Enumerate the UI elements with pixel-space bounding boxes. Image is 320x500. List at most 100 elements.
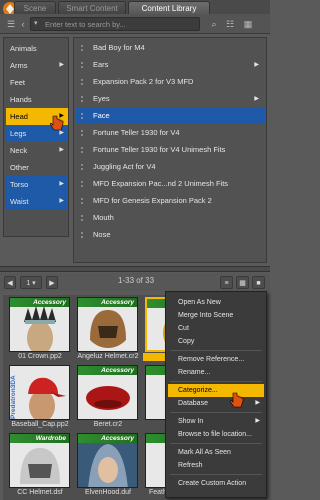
drag-grip-icon	[81, 198, 87, 204]
menu-item-database[interactable]: Database ▶	[168, 397, 264, 410]
context-menu: Open As New Merge Into Scene Cut Copy Re…	[165, 291, 267, 498]
menu-item-rename[interactable]: Rename...	[168, 366, 264, 379]
options-button[interactable]: ▦	[240, 17, 256, 31]
options-icon: ▦	[243, 19, 253, 29]
category-item-torso[interactable]: Torso ▶	[6, 176, 68, 193]
submenu-arrow-icon: ▶	[255, 418, 260, 424]
search-go-button[interactable]: ⌕	[206, 17, 222, 31]
subcategory-item[interactable]: Mouth	[76, 210, 265, 226]
subcategory-item[interactable]: Eyes ▶	[76, 91, 265, 107]
asset-tile[interactable]: Predatron3DA Baseball_Cap.pp2	[9, 365, 70, 435]
subcategory-item[interactable]: Expansion Pack 2 for V3 MFD	[76, 74, 265, 90]
sort-button[interactable]: ☷	[222, 17, 238, 31]
prev-page-button[interactable]: ◀	[4, 276, 16, 289]
search-icon: ⌕	[211, 19, 217, 29]
tab-scene[interactable]: Scene	[14, 1, 56, 14]
asset-thumbnail: Predatron3DA	[9, 365, 70, 420]
submenu-arrow-icon: ▶	[254, 96, 259, 102]
category-item-neck[interactable]: Neck ▶	[6, 142, 68, 159]
page-select[interactable]: 1 ▾	[20, 276, 42, 289]
asset-thumbnail: Accessory	[77, 365, 138, 420]
menu-item-create-custom-action[interactable]: Create Custom Action	[168, 477, 264, 490]
sort-icon: ☷	[225, 19, 235, 29]
drag-grip-icon	[81, 113, 87, 119]
category-item-animals[interactable]: Animals	[6, 40, 68, 57]
asset-tile[interactable]: Accessory 01 Crown.pp2	[9, 297, 70, 367]
menu-item-cut[interactable]: Cut	[168, 322, 264, 335]
drag-grip-icon	[81, 147, 87, 153]
asset-caption: Angeluz Helmet.cr2	[77, 353, 139, 360]
menu-separator	[170, 412, 262, 413]
menu-item-refresh[interactable]: Refresh	[168, 459, 264, 472]
menu-separator	[170, 381, 262, 382]
drag-grip-icon	[81, 96, 87, 102]
submenu-arrow-icon: ▶	[254, 62, 259, 68]
drag-grip-icon	[81, 232, 87, 238]
category-item-other[interactable]: Other	[6, 159, 68, 176]
subcategory-item-face[interactable]: Face	[76, 108, 265, 124]
hamburger-icon: ☰	[6, 19, 16, 29]
subcategory-item[interactable]: Fortune Teller 1930 for V4 Unimesh Fits	[76, 142, 265, 158]
category-item-hands[interactable]: Hands	[6, 91, 68, 108]
hand-cursor-icon	[50, 115, 64, 131]
menu-separator	[170, 474, 262, 475]
category-item-feet[interactable]: Feet	[6, 74, 68, 91]
drag-grip-icon	[81, 45, 87, 51]
asset-thumbnail: Accessory	[77, 433, 138, 488]
menu-separator	[170, 350, 262, 351]
subcategory-item[interactable]: MFD Expansion Pac...nd 2 Unimesh Fits	[76, 176, 265, 192]
subcategory-item[interactable]: Juggling Act for V4	[76, 159, 265, 175]
menu-item-copy[interactable]: Copy	[168, 335, 264, 348]
large-view-icon: ■	[256, 280, 261, 287]
menu-separator	[170, 443, 262, 444]
asset-caption: Beret.cr2	[93, 421, 123, 428]
menu-item-remove-reference[interactable]: Remove Reference...	[168, 353, 264, 366]
pane-splitter[interactable]	[0, 266, 270, 272]
wardrobe-badge: Wardrobe	[10, 434, 69, 443]
library-toolbar: ☰ ‹ ▾ Enter text to search by... ⌕ ☷ ▦	[0, 14, 270, 34]
asset-thumbnail: Accessory	[9, 297, 70, 352]
subcategory-item[interactable]: MFD for Genesis Expansion Pack 2	[76, 193, 265, 209]
view-toggle-button[interactable]: ≡	[220, 276, 233, 289]
asset-tile[interactable]: Accessory Angeluz Helmet.cr2	[77, 297, 139, 367]
submenu-arrow-icon: ▶	[255, 400, 260, 406]
back-button[interactable]: ‹	[15, 17, 31, 31]
asset-caption: ElvenHood.duf	[85, 489, 131, 496]
search-options-icon: ▾	[34, 20, 38, 27]
category-item-waist[interactable]: Waist ▶	[6, 193, 68, 210]
subcategory-item[interactable]: Nose	[76, 227, 265, 243]
drag-grip-icon	[81, 62, 87, 68]
accessory-badge: Accessory	[10, 298, 69, 307]
drag-grip-icon	[81, 164, 87, 170]
menu-item-categorize[interactable]: Categorize...	[168, 384, 264, 397]
submenu-arrow-icon: ▶	[59, 147, 64, 153]
asset-thumbnail: Wardrobe	[9, 433, 70, 488]
asset-tile[interactable]: Wardrobe CC Helmet.dsf	[9, 433, 70, 500]
item-count: 1-33 of 33	[118, 276, 155, 285]
asset-tile[interactable]: Accessory Beret.cr2	[77, 365, 138, 435]
view-toggle-button[interactable]: ■	[252, 276, 265, 289]
drag-grip-icon	[81, 181, 87, 187]
subcategory-item[interactable]: Ears ▶	[76, 57, 265, 73]
asset-tile[interactable]: Accessory ElvenHood.duf	[77, 433, 138, 500]
asset-caption: 01 Crown.pp2	[18, 353, 62, 360]
subcategory-item[interactable]: Fortune Teller 1930 for V4	[76, 125, 265, 141]
category-item-arms[interactable]: Arms ▶	[6, 57, 68, 74]
menu-item-merge-into-scene[interactable]: Merge Into Scene	[168, 309, 264, 322]
menu-item-show-in[interactable]: Show In ▶	[168, 415, 264, 428]
chevron-right-icon: ▶	[49, 280, 55, 287]
next-page-button[interactable]: ▶	[46, 276, 58, 289]
accessory-badge: Accessory	[78, 298, 137, 307]
search-input[interactable]: ▾ Enter text to search by...	[30, 17, 200, 31]
tab-content-library[interactable]: Content Library	[128, 1, 210, 14]
view-toggle-button[interactable]: ▦	[236, 276, 249, 289]
menu-item-open-as-new[interactable]: Open As New	[168, 296, 264, 309]
chevron-left-icon: ◀	[7, 280, 13, 287]
hand-cursor-icon	[230, 392, 244, 408]
menu-item-browse-to-file-location[interactable]: Browse to file location...	[168, 428, 264, 441]
menu-item-mark-all-as-seen[interactable]: Mark All As Seen	[168, 446, 264, 459]
subcategory-item[interactable]: Bad Boy for M4	[76, 40, 265, 56]
tab-smart-content[interactable]: Smart Content	[58, 1, 126, 14]
asset-caption: CC Helmet.dsf	[17, 489, 63, 496]
asset-caption: Baseball_Cap.pp2	[11, 421, 69, 428]
